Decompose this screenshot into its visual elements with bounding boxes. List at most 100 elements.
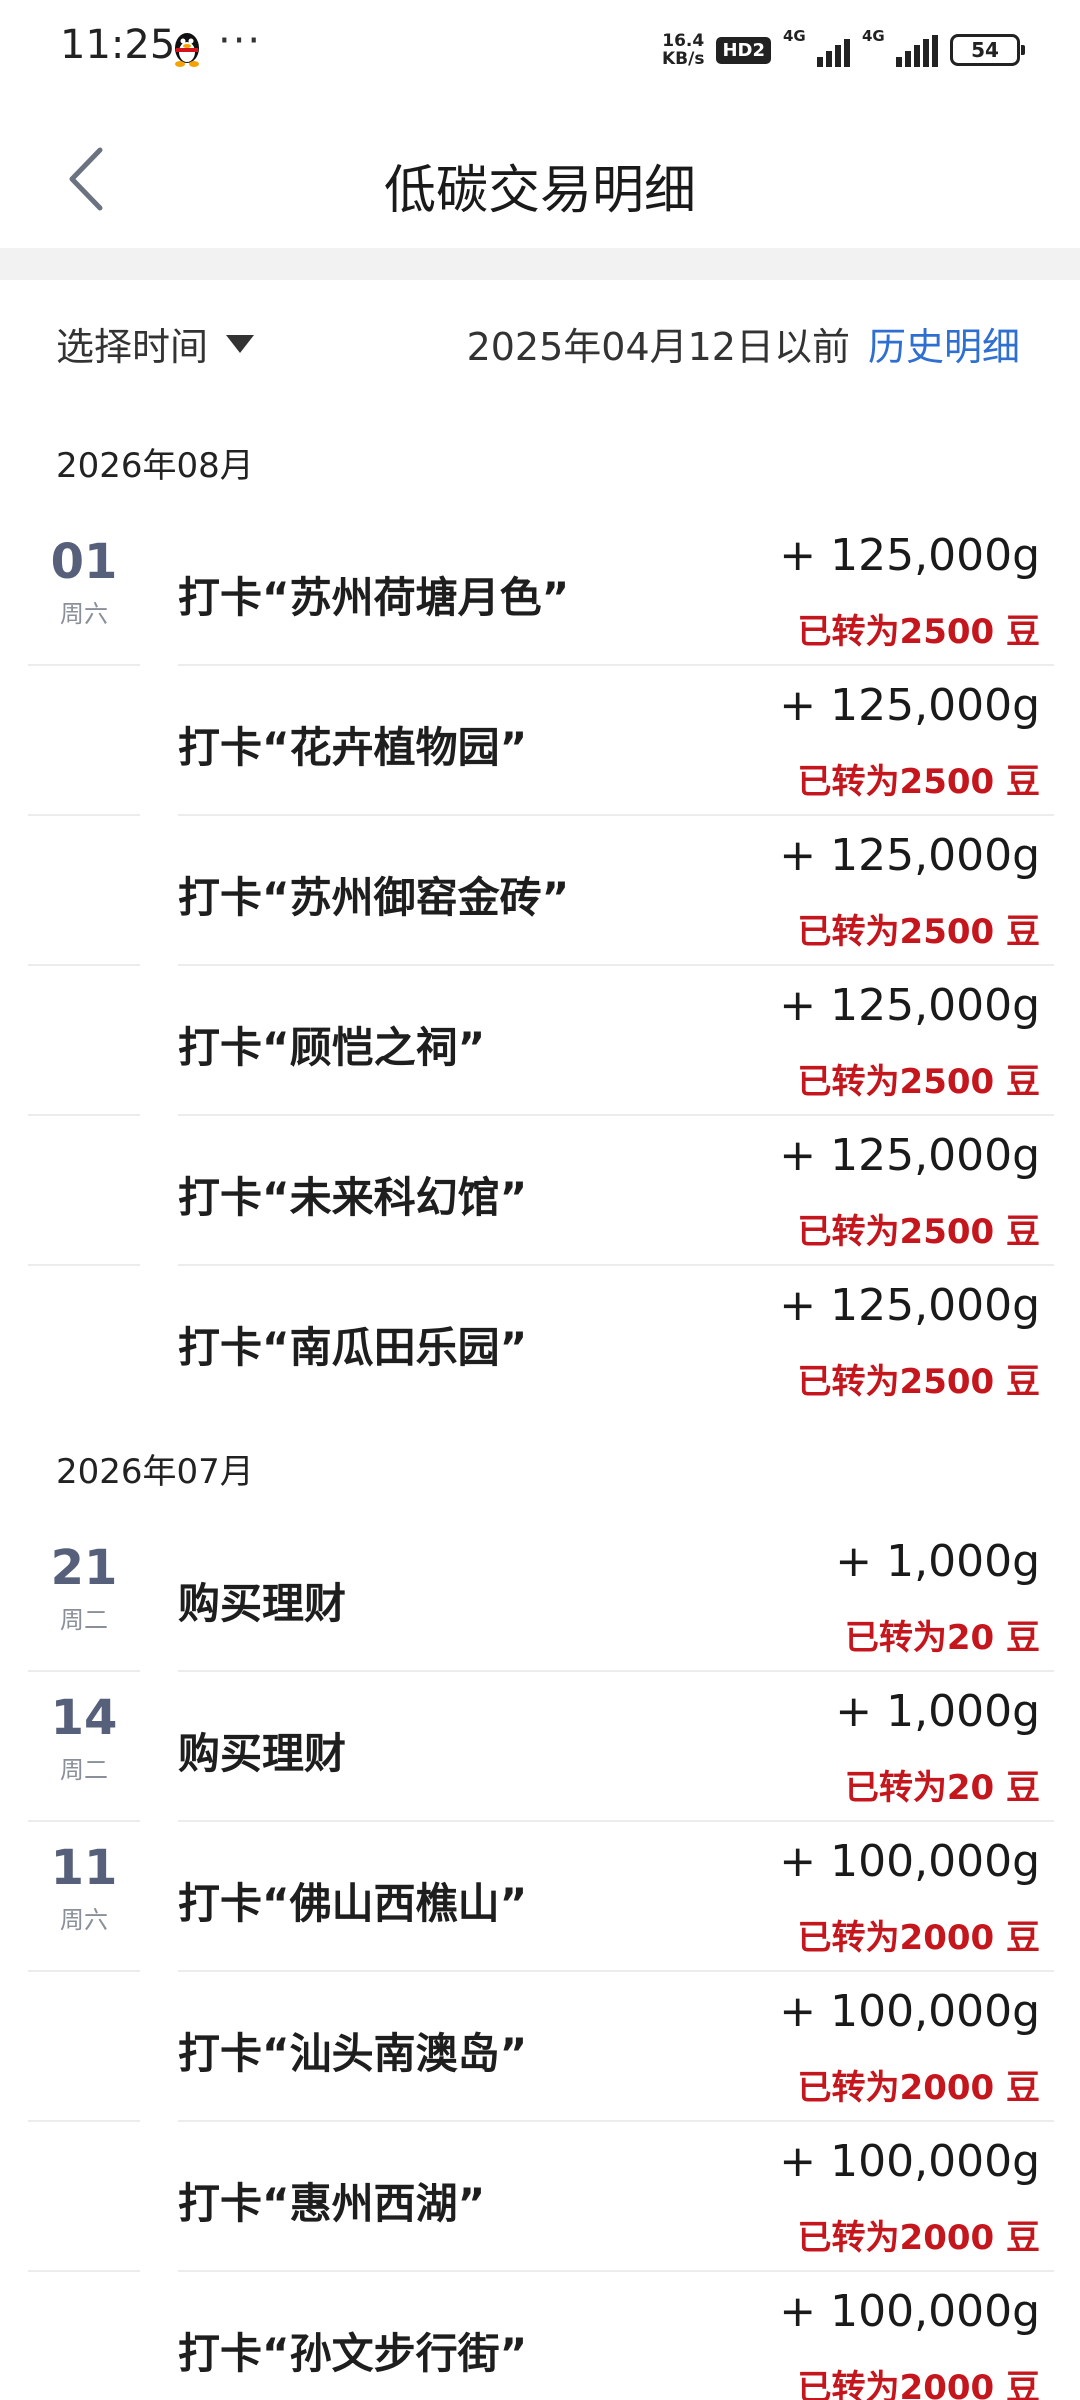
transaction-content: 打卡“未来科幻馆” + 125,000g 已转为2500 豆 — [178, 1116, 1054, 1266]
nav-bar: 低碳交易明细 — [0, 100, 1080, 248]
transaction-title: 打卡“汕头南澳岛” — [178, 2029, 528, 2078]
date-column — [28, 1972, 140, 2122]
transaction-row[interactable]: 打卡“苏州御窑金砖” + 125,000g 已转为2500 豆 — [0, 816, 1080, 966]
month-header: 2026年07月 — [56, 1452, 254, 1492]
transaction-amount: + 125,000g — [779, 530, 1040, 581]
transaction-title: 打卡“孙文步行街” — [178, 2329, 528, 2378]
weekday: 周六 — [60, 1906, 108, 1934]
date-column: 14 周二 — [28, 1672, 140, 1822]
day-number: 14 — [50, 1690, 118, 1746]
transaction-row[interactable]: 01 周六 打卡“苏州荷塘月色” + 125,000g 已转为2500 豆 — [0, 516, 1080, 666]
day-number: 01 — [50, 534, 118, 590]
transaction-row[interactable]: 打卡“惠州西湖” + 100,000g 已转为2000 豆 — [0, 2122, 1080, 2272]
date-column — [28, 1116, 140, 1266]
transaction-amount: + 100,000g — [779, 1986, 1040, 2037]
transaction-content: 购买理财 + 1,000g 已转为20 豆 — [178, 1672, 1054, 1822]
transaction-content: 打卡“孙文步行街” + 100,000g 已转为2000 豆 — [178, 2272, 1054, 2400]
signal-icon-2: 4G — [862, 27, 938, 67]
converted-beans: 已转为2500 豆 — [797, 1062, 1040, 1102]
battery-icon: 54 — [950, 34, 1025, 66]
transaction-content: 打卡“顾恺之祠” + 125,000g 已转为2500 豆 — [178, 966, 1054, 1116]
date-column: 11 周六 — [28, 1822, 140, 1972]
history-link[interactable]: 历史明细 — [868, 316, 1020, 371]
transaction-amount: + 125,000g — [779, 830, 1040, 881]
transaction-row[interactable]: 打卡“顾恺之祠” + 125,000g 已转为2500 豆 — [0, 966, 1080, 1116]
transaction-amount: + 100,000g — [779, 2136, 1040, 2187]
caret-down-icon — [226, 334, 255, 353]
transaction-amount: + 1,000g — [835, 1536, 1040, 1587]
hd-badge: HD2 — [716, 36, 771, 64]
transaction-title: 打卡“未来科幻馆” — [178, 1173, 528, 1222]
signal-icon: 4G — [783, 27, 850, 67]
transaction-title: 购买理财 — [178, 1579, 347, 1628]
converted-beans: 已转为2000 豆 — [797, 2368, 1040, 2400]
time-select-label: 选择时间 — [56, 325, 209, 369]
transaction-content: 打卡“花卉植物园” + 125,000g 已转为2500 豆 — [178, 666, 1054, 816]
converted-beans: 已转为2500 豆 — [797, 912, 1040, 952]
converted-beans: 已转为2000 豆 — [797, 1918, 1040, 1958]
status-right-group: 16.4 KB/s HD2 4G 4G 54 — [662, 27, 1025, 72]
transaction-row[interactable]: 21 周二 购买理财 + 1,000g 已转为20 豆 — [0, 1522, 1080, 1672]
transaction-amount: + 125,000g — [779, 980, 1040, 1031]
transaction-row[interactable]: 14 周二 购买理财 + 1,000g 已转为20 豆 — [0, 1672, 1080, 1822]
weekday: 周六 — [60, 600, 108, 628]
transaction-content: 打卡“佛山西樵山” + 100,000g 已转为2000 豆 — [178, 1822, 1054, 1972]
more-notifications-icon: ··· — [218, 18, 263, 64]
converted-beans: 已转为20 豆 — [844, 1618, 1040, 1658]
transaction-amount: + 125,000g — [779, 1130, 1040, 1181]
transaction-row[interactable]: 打卡“汕头南澳岛” + 100,000g 已转为2000 豆 — [0, 1972, 1080, 2122]
transaction-content: 打卡“苏州御窑金砖” + 125,000g 已转为2500 豆 — [178, 816, 1054, 966]
transaction-row[interactable]: 打卡“南瓜田乐园” + 125,000g 已转为2500 豆 — [0, 1266, 1080, 1416]
transaction-title: 打卡“苏州荷塘月色” — [178, 573, 570, 622]
page-title: 低碳交易明细 — [383, 161, 696, 221]
transaction-content: 购买理财 + 1,000g 已转为20 豆 — [178, 1522, 1054, 1672]
transaction-content: 打卡“汕头南澳岛” + 100,000g 已转为2000 豆 — [178, 1972, 1054, 2122]
day-number: 11 — [50, 1840, 118, 1896]
transaction-content: 打卡“南瓜田乐园” + 125,000g 已转为2500 豆 — [178, 1266, 1054, 1416]
speed-value: 16.4 — [662, 31, 705, 51]
transaction-title: 打卡“花卉植物园” — [178, 723, 528, 772]
converted-beans: 已转为2500 豆 — [797, 612, 1040, 652]
weekday: 周二 — [60, 1606, 108, 1634]
network-type-2: 4G — [862, 27, 885, 45]
network-speed: 16.4 KB/s — [662, 32, 704, 68]
battery-level: 54 — [971, 38, 999, 62]
transaction-row[interactable]: 11 周六 打卡“佛山西樵山” + 100,000g 已转为2000 豆 — [0, 1822, 1080, 1972]
transaction-amount: + 125,000g — [779, 680, 1040, 731]
date-range-text: 2025年04月12日以前 — [466, 325, 850, 369]
transaction-amount: + 1,000g — [835, 1686, 1040, 1737]
filter-row: 选择时间 2025年04月12日以前 历史明细 — [0, 280, 1080, 410]
transaction-title: 打卡“佛山西樵山” — [178, 1879, 528, 1928]
day-number: 21 — [50, 1540, 118, 1596]
date-column — [28, 966, 140, 1116]
converted-beans: 已转为2500 豆 — [797, 1362, 1040, 1402]
status-bar: 11:25 ··· 16.4 KB/s HD2 4G 4G 54 — [0, 0, 1080, 100]
date-column — [28, 2272, 140, 2400]
converted-beans: 已转为2000 豆 — [797, 2218, 1040, 2258]
transaction-title: 购买理财 — [178, 1729, 347, 1778]
date-column — [28, 2122, 140, 2272]
transaction-row[interactable]: 打卡“未来科幻馆” + 125,000g 已转为2500 豆 — [0, 1116, 1080, 1266]
weekday: 周二 — [60, 1756, 108, 1784]
date-column: 01 周六 — [28, 516, 140, 666]
month-header: 2026年08月 — [56, 446, 254, 486]
converted-beans: 已转为20 豆 — [844, 1768, 1040, 1808]
transaction-amount: + 100,000g — [779, 1836, 1040, 1887]
date-column — [28, 816, 140, 966]
transaction-row[interactable]: 打卡“孙文步行街” + 100,000g 已转为2000 豆 — [0, 2272, 1080, 2400]
transaction-row[interactable]: 打卡“花卉植物园” + 125,000g 已转为2500 豆 — [0, 666, 1080, 816]
time-select-dropdown[interactable]: 选择时间 — [56, 316, 255, 371]
speed-unit: KB/s — [662, 49, 705, 69]
filter-right: 2025年04月12日以前 历史明细 — [467, 316, 1020, 371]
date-column: 21 周二 — [28, 1522, 140, 1672]
transaction-content: 打卡“苏州荷塘月色” + 125,000g 已转为2500 豆 — [178, 516, 1054, 666]
status-time: 11:25 — [60, 22, 176, 68]
transaction-title: 打卡“惠州西湖” — [178, 2179, 486, 2228]
date-column — [28, 1266, 140, 1416]
converted-beans: 已转为2500 豆 — [797, 762, 1040, 802]
transaction-title: 打卡“苏州御窑金砖” — [178, 873, 570, 922]
converted-beans: 已转为2000 豆 — [797, 2068, 1040, 2108]
section-divider — [0, 248, 1080, 280]
qq-penguin-icon — [175, 33, 199, 67]
transaction-amount: + 100,000g — [779, 2286, 1040, 2337]
